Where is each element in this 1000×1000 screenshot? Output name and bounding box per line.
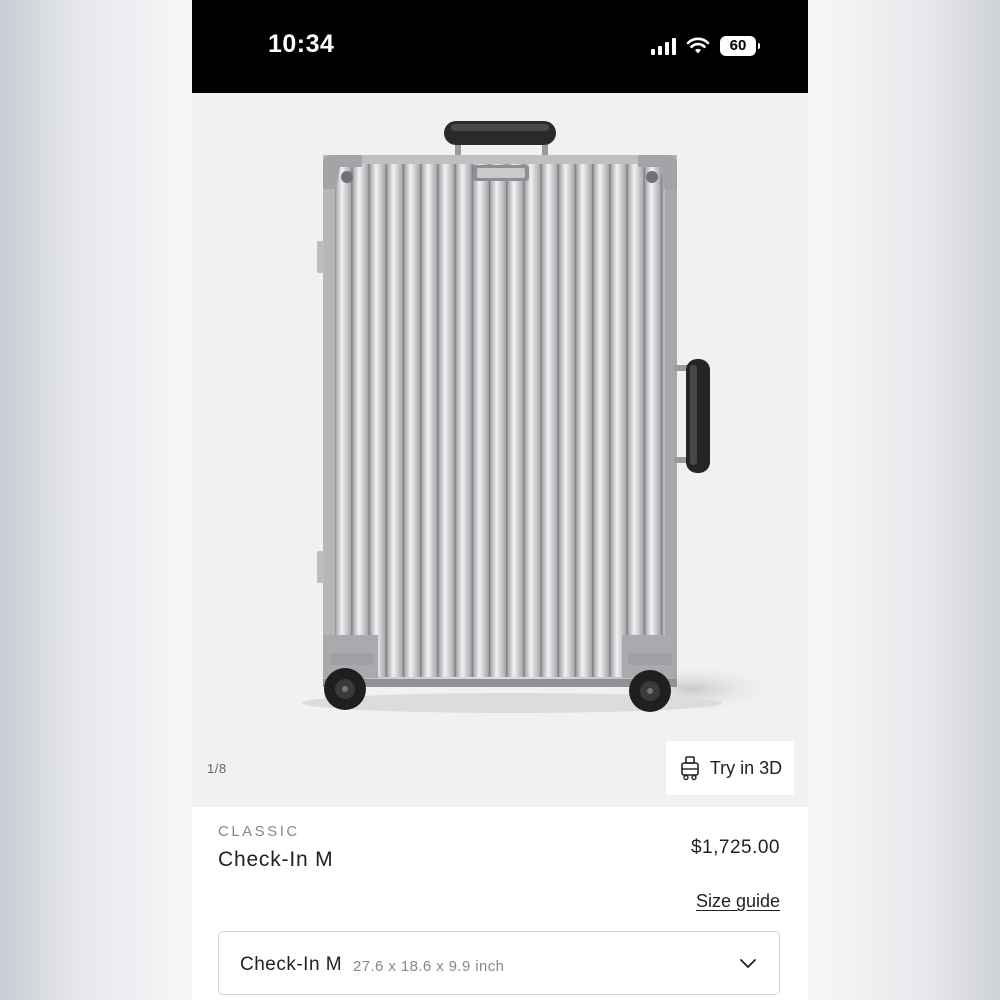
size-guide-link[interactable]: Size guide	[696, 891, 780, 912]
3d-view-icon	[681, 756, 699, 781]
chevron-down-icon	[740, 959, 756, 968]
battery-icon: 60	[720, 36, 760, 56]
status-icons: 60	[651, 33, 760, 59]
image-counter: 1/8	[207, 761, 227, 776]
selected-size-dimensions: 27.6 x 18.6 x 9.9 inch	[353, 958, 505, 975]
status-time: 10:34	[268, 30, 335, 58]
product-name: Check-In M	[218, 848, 334, 871]
phone-screen: 10:34 60 1/8 Try in 3D CLASSIC Check-In …	[192, 0, 808, 1000]
status-bar: 10:34 60	[192, 0, 808, 93]
try-in-3d-label: Try in 3D	[709, 757, 783, 778]
try-in-3d-button[interactable]: Try in 3D	[666, 741, 794, 795]
selected-size-name: Check-In M	[240, 954, 343, 975]
product-info: CLASSIC Check-In M $1,725.00 Size guide …	[192, 807, 808, 1000]
suitcase-product-image	[302, 121, 782, 715]
product-image-gallery[interactable]: 1/8 Try in 3D	[192, 93, 808, 807]
collection-name: CLASSIC	[218, 823, 300, 840]
cellular-signal-icon	[651, 37, 676, 55]
size-selector-dropdown[interactable]: Check-In M 27.6 x 18.6 x 9.9 inch	[218, 931, 780, 995]
product-price: $1,725.00	[690, 837, 780, 858]
wifi-icon	[686, 37, 710, 54]
